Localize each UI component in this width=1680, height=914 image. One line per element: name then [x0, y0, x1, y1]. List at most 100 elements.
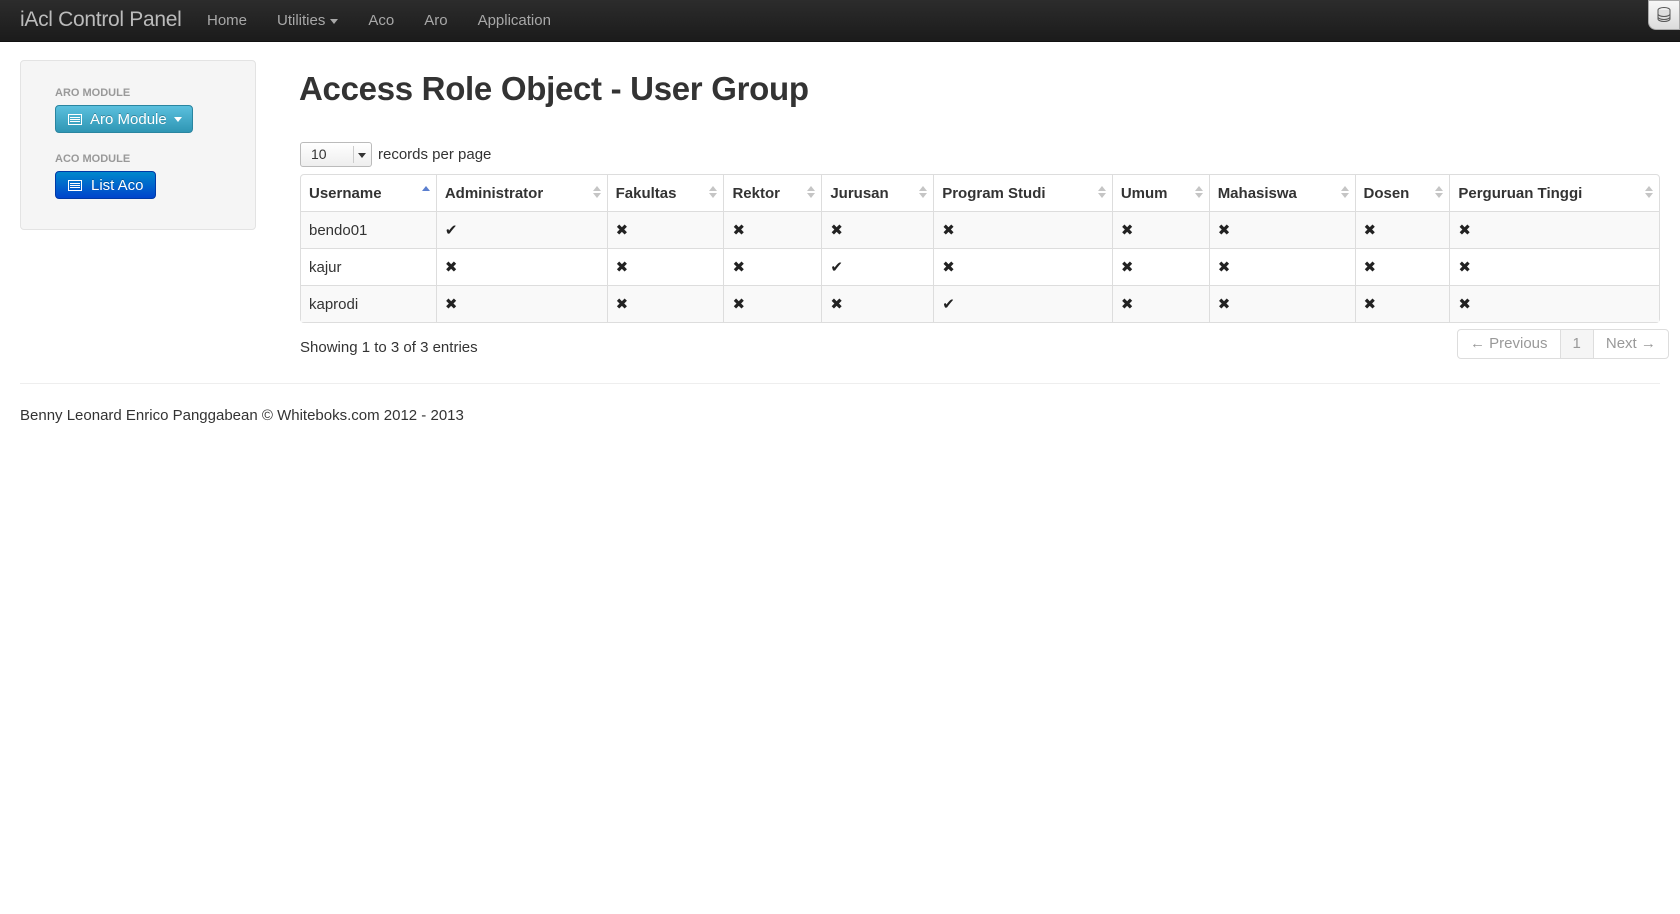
column-header-perguruan-tinggi[interactable]: Perguruan Tinggi — [1449, 175, 1659, 211]
column-header-label: Program Studi — [942, 184, 1046, 202]
nav-aco-label: Aco — [368, 12, 395, 29]
permission-mark: ✖ — [821, 211, 934, 248]
permission-mark: ✖ — [1449, 285, 1659, 322]
column-header-label: Fakultas — [615, 184, 677, 202]
permission-mark: ✖ — [606, 211, 724, 248]
caret-down-icon — [330, 18, 339, 24]
table-row: kaprodi ✖ ✖ ✖ ✖ ✔ ✖ ✖ ✖ ✖ — [301, 285, 1659, 322]
sort-icon — [1194, 186, 1203, 200]
records-per-page-label: records per page — [378, 145, 492, 163]
sort-icon — [1097, 186, 1106, 200]
sort-icon — [592, 186, 601, 200]
aco-module-header: ACO MODULE — [55, 153, 131, 165]
column-header-label: Umum — [1120, 184, 1168, 202]
page-title: Access Role Object - User Group — [299, 70, 809, 107]
nav-utilities[interactable]: Utilities — [262, 0, 353, 41]
table-header-row: Username Administrator Fakultas Rektor J… — [301, 175, 1659, 211]
permission-mark: ✖ — [933, 248, 1112, 285]
column-header-label: Jurusan — [830, 184, 889, 202]
permission-mark: ✖ — [1354, 211, 1450, 248]
permission-mark: ✖ — [606, 285, 724, 322]
pagination: ← Previous 1 Next → — [1457, 329, 1669, 359]
column-header-program-studi[interactable]: Program Studi — [933, 175, 1112, 211]
records-per-page-control: 10 records per page — [300, 141, 491, 167]
column-header-label: Username — [309, 184, 382, 202]
database-icon[interactable] — [1648, 0, 1680, 30]
sort-icon — [1435, 186, 1444, 200]
footer-divider — [20, 383, 1660, 384]
permission-mark: ✖ — [1111, 211, 1209, 248]
caret-down-icon — [174, 117, 182, 122]
column-header-rektor[interactable]: Rektor — [723, 175, 821, 211]
list-icon — [68, 180, 82, 191]
nav-application[interactable]: Application — [463, 0, 566, 41]
sort-asc-icon — [421, 186, 430, 200]
username-cell: kaprodi — [301, 285, 436, 322]
user-group-table: Username Administrator Fakultas Rektor J… — [300, 174, 1660, 323]
permission-mark: ✔ — [435, 211, 607, 248]
nav-home-label: Home — [207, 12, 248, 29]
aro-module-button-label: Aro Module — [90, 111, 167, 128]
column-header-label: Administrator — [444, 184, 544, 202]
permission-mark: ✖ — [435, 285, 607, 322]
column-header-jurusan[interactable]: Jurusan — [821, 175, 933, 211]
footer-text: Benny Leonard Enrico Panggabean © Whiteb… — [20, 407, 464, 424]
column-header-fakultas[interactable]: Fakultas — [606, 175, 724, 211]
nav-aro[interactable]: Aro — [409, 0, 462, 41]
column-header-label: Dosen — [1363, 184, 1410, 202]
previous-page-button[interactable]: ← Previous — [1458, 330, 1560, 358]
permission-mark: ✔ — [933, 285, 1112, 322]
column-header-username[interactable]: Username — [301, 175, 436, 211]
permission-mark: ✖ — [1449, 211, 1659, 248]
permission-mark: ✖ — [1111, 285, 1209, 322]
sort-icon — [807, 186, 816, 200]
nav-utilities-label: Utilities — [277, 12, 326, 29]
permission-mark: ✖ — [606, 248, 724, 285]
sort-icon — [919, 186, 928, 200]
brand[interactable]: iAcl Control Panel — [20, 8, 182, 32]
permission-mark: ✖ — [933, 211, 1112, 248]
aro-module-dropdown-button[interactable]: Aro Module — [55, 105, 193, 133]
table-info: Showing 1 to 3 of 3 entries — [300, 339, 478, 356]
main-nav: Home Utilities Aco Aro Application — [192, 0, 566, 41]
nav-application-label: Application — [477, 12, 551, 29]
nav-home[interactable]: Home — [192, 0, 262, 41]
list-aco-button-label: List Aco — [91, 177, 144, 194]
permission-mark: ✖ — [1449, 248, 1659, 285]
next-page-button[interactable]: Next → — [1592, 330, 1668, 358]
sidebar: ARO MODULE Aro Module ACO MODULE List Ac… — [20, 60, 256, 230]
permission-mark: ✖ — [1354, 285, 1450, 322]
column-header-label: Perguruan Tinggi — [1458, 184, 1583, 202]
permission-mark: ✖ — [1208, 248, 1355, 285]
username-cell: bendo01 — [301, 211, 436, 248]
records-per-page-value: 10 — [311, 145, 327, 162]
permission-mark: ✖ — [1208, 211, 1355, 248]
permission-mark: ✖ — [435, 248, 607, 285]
column-header-mahasiswa[interactable]: Mahasiswa — [1208, 175, 1355, 211]
nav-aco[interactable]: Aco — [353, 0, 409, 41]
permission-mark: ✖ — [1111, 248, 1209, 285]
sort-icon — [1340, 186, 1349, 200]
permission-mark: ✖ — [1208, 285, 1355, 322]
column-header-umum[interactable]: Umum — [1111, 175, 1209, 211]
table-row: kajur ✖ ✖ ✖ ✔ ✖ ✖ ✖ ✖ ✖ — [301, 248, 1659, 285]
nav-aro-label: Aro — [424, 12, 448, 29]
table-row: bendo01 ✔ ✖ ✖ ✖ ✖ ✖ ✖ ✖ ✖ — [301, 211, 1659, 248]
permission-mark: ✔ — [821, 248, 934, 285]
list-aco-button[interactable]: List Aco — [55, 171, 156, 199]
records-per-page-select[interactable]: 10 — [300, 141, 372, 167]
permission-mark: ✖ — [821, 285, 934, 322]
top-navbar: iAcl Control Panel Home Utilities Aco Ar… — [0, 0, 1680, 42]
permission-mark: ✖ — [1354, 248, 1450, 285]
column-header-label: Mahasiswa — [1217, 184, 1297, 202]
list-icon — [68, 114, 82, 125]
permission-mark: ✖ — [723, 248, 822, 285]
sort-icon — [1645, 186, 1653, 200]
username-cell: kajur — [301, 248, 436, 285]
column-header-dosen[interactable]: Dosen — [1354, 175, 1450, 211]
permission-mark: ✖ — [723, 285, 822, 322]
page-1-button[interactable]: 1 — [1559, 330, 1593, 358]
aro-module-header: ARO MODULE — [55, 87, 131, 99]
sort-icon — [709, 186, 718, 200]
column-header-administrator[interactable]: Administrator — [435, 175, 607, 211]
